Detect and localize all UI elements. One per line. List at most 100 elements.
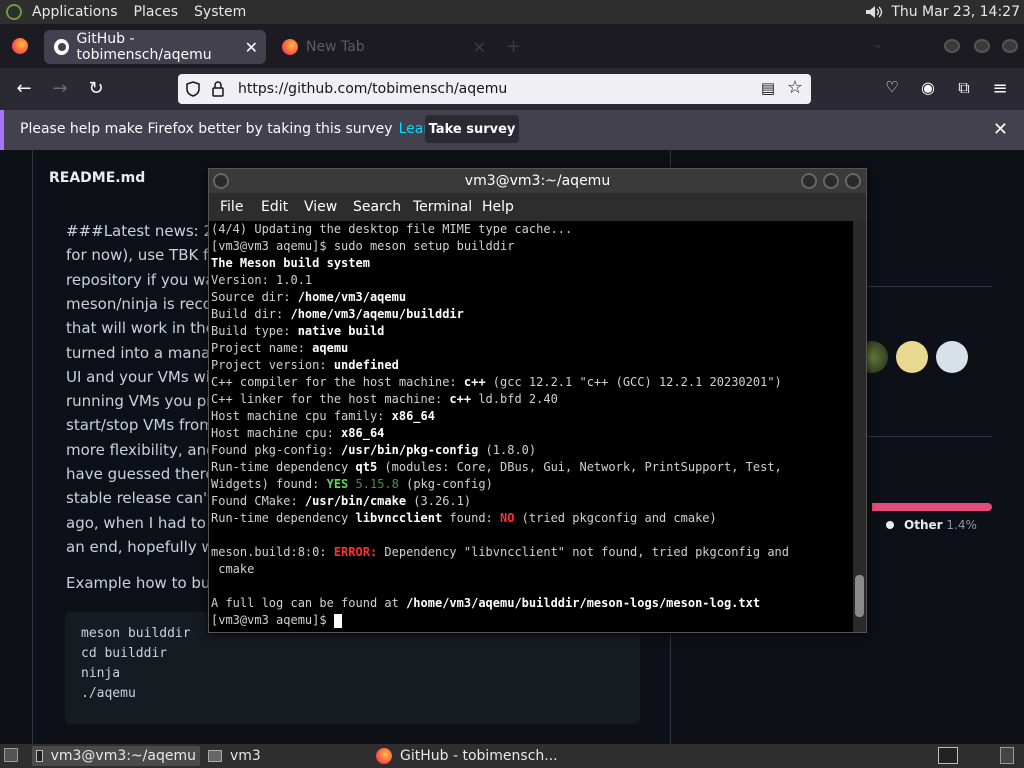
minimize-window-icon[interactable] <box>944 39 960 53</box>
menu-places[interactable]: Places <box>134 4 179 20</box>
readme-line: for now), use TBK fo <box>66 246 218 265</box>
tab-new-tab[interactable]: New Tab ✕ <box>272 30 494 64</box>
terminal-line: C++ linker for the host machine: c++ ld.… <box>211 392 558 406</box>
minimize-icon[interactable] <box>801 173 817 189</box>
terminal-line: Source dir: /home/vm3/aqemu <box>211 290 407 304</box>
clock[interactable]: Thu Mar 23, 14:27 <box>891 4 1020 20</box>
terminal-line: C++ compiler for the host machine: c++ (… <box>211 375 782 389</box>
url-bar[interactable]: https://github.com/tobimensch/aqemu ▤ ☆ <box>178 74 811 104</box>
pocket-icon[interactable]: ♡ <box>880 78 904 96</box>
new-tab-plus-icon[interactable]: + <box>506 36 521 57</box>
hamburger-menu-icon[interactable]: ≡ <box>988 78 1012 99</box>
url-text[interactable]: https://github.com/tobimensch/aqemu <box>238 81 507 97</box>
task-label: vm3@vm3:~/aqemu <box>50 748 196 764</box>
language-other[interactable]: Other 1.4% <box>886 518 977 532</box>
readme-line: more flexibility, and h <box>66 440 230 459</box>
task-terminal[interactable]: vm3@vm3:~/aqemu <box>32 746 200 766</box>
extensions-icon[interactable]: ⧉ <box>952 78 976 98</box>
menu-search[interactable]: Search <box>353 199 401 215</box>
readme-line: start/stop VMs from <box>66 416 214 435</box>
window-menu-icon[interactable] <box>213 173 229 189</box>
tracking-shield-icon[interactable] <box>186 81 200 97</box>
firefox-view-icon[interactable] <box>12 38 28 54</box>
language-percent: 1.4% <box>946 518 977 532</box>
tab-github[interactable]: GitHub - tobimensch/aqemu ✕ <box>44 30 266 64</box>
contributor-avatar[interactable] <box>896 341 928 373</box>
menu-terminal[interactable]: Terminal <box>413 199 472 215</box>
take-survey-button[interactable]: Take survey <box>425 115 519 143</box>
distro-logo-icon[interactable] <box>6 4 22 20</box>
task-label: GitHub - tobimensch... <box>400 748 558 764</box>
code-line: ninja <box>81 666 121 681</box>
language-dot-icon <box>886 521 894 529</box>
task-label: vm3 <box>230 748 261 764</box>
terminal-line: meson.build:8:0: ERROR: Dependency "libv… <box>211 545 789 559</box>
maximize-icon[interactable] <box>823 173 839 189</box>
terminal-line: Widgets) found: YES 5.15.8 (pkg-config) <box>211 477 493 491</box>
menu-view[interactable]: View <box>304 199 337 215</box>
readme-line: turned into a manag <box>66 343 220 362</box>
reload-icon[interactable]: ↻ <box>84 78 108 99</box>
readme-line: running VMs you pre <box>66 392 222 411</box>
readme-line: stable release can't l <box>66 489 222 508</box>
terminal-line: Found pkg-config: /usr/bin/pkg-config (1… <box>211 443 537 457</box>
terminal-line: cmake <box>211 562 255 576</box>
task-file-manager[interactable]: vm3 <box>204 746 265 766</box>
menu-file[interactable]: File <box>220 199 243 215</box>
terminal-title: vm3@vm3:~/aqemu <box>464 173 611 189</box>
reader-view-icon[interactable]: ▤ <box>761 79 775 97</box>
language-bar <box>872 503 992 511</box>
menu-edit[interactable]: Edit <box>261 199 288 215</box>
terminal-titlebar[interactable]: vm3@vm3:~/aqemu <box>209 169 866 193</box>
menu-help[interactable]: Help <box>482 199 514 215</box>
menu-applications[interactable]: Applications <box>32 4 118 20</box>
terminal-line: Host machine cpu family: x86_64 <box>211 409 435 423</box>
bookmark-star-icon[interactable]: ☆ <box>787 77 803 98</box>
terminal-line: Version: 1.0.1 <box>211 273 313 287</box>
task-firefox[interactable]: GitHub - tobimensch... <box>372 746 562 766</box>
close-icon[interactable] <box>845 173 861 189</box>
close-tab-icon[interactable]: ✕ <box>245 38 258 57</box>
volume-icon[interactable] <box>865 5 883 19</box>
contributor-avatar[interactable] <box>936 341 968 373</box>
show-desktop-icon[interactable] <box>4 748 18 762</box>
readme-line: have guessed there <box>66 465 215 483</box>
bottom-taskbar: vm3@vm3:~/aqemu vm3 GitHub - tobimensch.… <box>0 744 1024 768</box>
code-line: cd builddir <box>81 646 168 661</box>
cursor <box>333 613 342 628</box>
notification-text: Please help make Firefox better by takin… <box>20 121 393 137</box>
readme-line: meson/ninja is recor <box>66 294 219 313</box>
account-icon[interactable]: ◉ <box>916 78 940 97</box>
tab-title: GitHub - tobimensch/aqemu <box>76 31 212 63</box>
terminal-window[interactable]: vm3@vm3:~/aqemu File Edit View Search Te… <box>208 168 867 633</box>
close-window-icon[interactable] <box>1002 39 1018 53</box>
firefox-favicon-icon <box>282 39 298 55</box>
terminal-menubar: File Edit View Search Terminal Help <box>209 193 866 221</box>
notification-message: Please help make Firefox better by takin… <box>20 121 478 137</box>
workspace-switcher-icon[interactable] <box>938 747 958 764</box>
terminal-line: The Meson build system <box>211 256 370 270</box>
github-favicon-icon <box>54 39 69 55</box>
home-folder-icon <box>208 750 222 762</box>
terminal-line: Build type: native build <box>211 324 385 338</box>
code-line: ./aqemu <box>81 686 136 701</box>
language-name: Other <box>904 518 943 532</box>
maximize-window-icon[interactable] <box>974 39 990 53</box>
close-tab-icon[interactable]: ✕ <box>473 38 486 57</box>
close-notification-icon[interactable]: ✕ <box>993 119 1008 140</box>
readme-line: an end, hopefully wit <box>66 537 224 556</box>
terminal-line: Host machine cpu: x86_64 <box>211 426 385 440</box>
forward-arrow-icon[interactable]: → <box>48 78 72 99</box>
terminal-output[interactable]: (4/4) Updating the desktop file MIME typ… <box>209 221 853 632</box>
back-arrow-icon[interactable]: ← <box>12 78 36 99</box>
scrollbar-thumb[interactable] <box>855 575 864 617</box>
trash-icon[interactable] <box>1000 747 1014 764</box>
menu-system[interactable]: System <box>194 4 246 20</box>
lock-icon[interactable] <box>212 81 224 97</box>
terminal-line: Run-time dependency libvncclient found: … <box>211 511 717 525</box>
list-tabs-chevron-icon[interactable]: ⌄ <box>872 36 884 52</box>
terminal-scrollbar[interactable] <box>853 221 866 632</box>
terminal-line: Project version: undefined <box>211 358 399 372</box>
